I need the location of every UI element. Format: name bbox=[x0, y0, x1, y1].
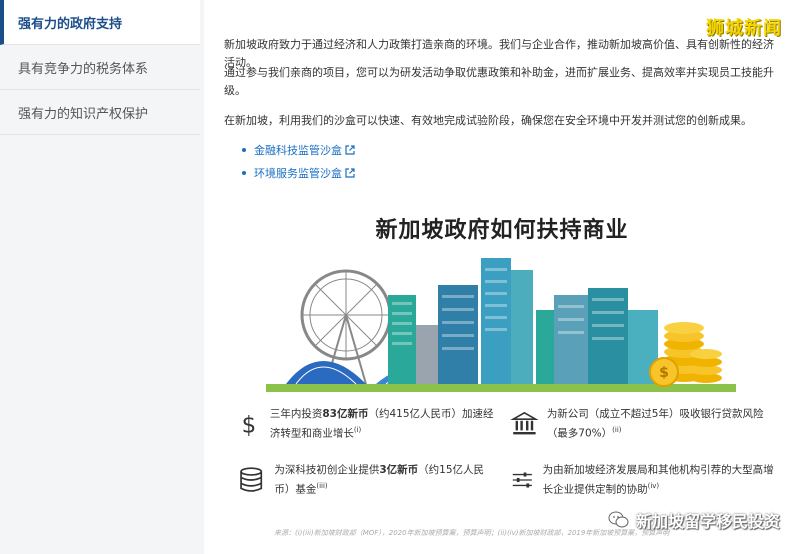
coin-stack: $ bbox=[649, 322, 722, 387]
feature-bank-loan: 为新公司（成立不超过5年）吸收银行贷款风险（最多70%）(ii) bbox=[510, 406, 780, 442]
wechat-icon bbox=[608, 511, 629, 528]
feature-custom-assistance: 为由新加坡经济发展局和其他机构引荐的大型高增长企业提供定制的协助(iv) bbox=[510, 462, 780, 498]
infographic-title: 新加坡政府如何扶持商业 bbox=[375, 218, 629, 243]
link-label: 金融科技监管沙盒 bbox=[254, 144, 342, 157]
sidebar: 强有力的政府支持 具有竞争力的税务体系 强有力的知识产权保护 bbox=[0, 0, 200, 554]
bullet-dot bbox=[242, 148, 246, 152]
programs-paragraph: 通过参与我们亲商的项目，您可以为研发活动争取优惠政策和补助金，进而扩展业务、提高… bbox=[224, 66, 774, 97]
dollar-icon: $ bbox=[242, 413, 257, 439]
feature-text: 三年内投资83亿新币（约415亿人民币）加速经济转型和商业增长(i) bbox=[269, 408, 494, 440]
link-label: 环境服务监管沙盒 bbox=[254, 167, 342, 180]
database-icon bbox=[240, 467, 263, 492]
feature-text: 为深科技初创企业提供3亿新币（约15亿人民币）基金(iii) bbox=[274, 464, 485, 496]
bullet-dot bbox=[242, 171, 246, 175]
sidebar-item-government-support[interactable]: 强有力的政府支持 bbox=[0, 0, 200, 45]
feature-text: 为由新加坡经济发展局和其他机构引荐的大型高增长企业提供定制的协助(iv) bbox=[542, 464, 774, 496]
external-link-icon bbox=[345, 145, 355, 155]
svg-text:$: $ bbox=[659, 365, 669, 381]
feature-deeptech-fund: 为深科技初创企业提供3亿新币（约15亿人民币）基金(iii) bbox=[236, 462, 496, 498]
sandbox-paragraph: 在新加坡，利用我们的沙盒可以快速、有效地完成试验阶段，确保您在安全环境中开发并测… bbox=[224, 114, 752, 127]
sliders-icon bbox=[512, 472, 532, 488]
link-fintech-sandbox[interactable]: 金融科技监管沙盒 bbox=[242, 142, 355, 158]
main-content: 狮城新闻 新加坡政府致力于通过经济和人力政策打造亲商的环境。我们与企业合作，推动… bbox=[204, 0, 800, 554]
external-link-icon bbox=[345, 168, 355, 178]
feature-text: 为新公司（成立不超过5年）吸收银行贷款风险（最多70%）(ii) bbox=[546, 408, 764, 440]
bank-icon bbox=[510, 411, 539, 435]
watermark-bottom: 新加坡留学移民投资 bbox=[608, 508, 780, 532]
skyline-illustration: $ bbox=[266, 258, 736, 392]
svg-text:$: $ bbox=[242, 413, 257, 439]
sidebar-item-ip-protection[interactable]: 强有力的知识产权保护 bbox=[0, 90, 200, 135]
link-environment-sandbox[interactable]: 环境服务监管沙盒 bbox=[242, 165, 355, 181]
sidebar-item-tax-system[interactable]: 具有竞争力的税务体系 bbox=[0, 45, 200, 90]
feature-investment: $ 三年内投资83亿新币（约415亿人民币）加速经济转型和商业增长(i) bbox=[236, 406, 496, 442]
